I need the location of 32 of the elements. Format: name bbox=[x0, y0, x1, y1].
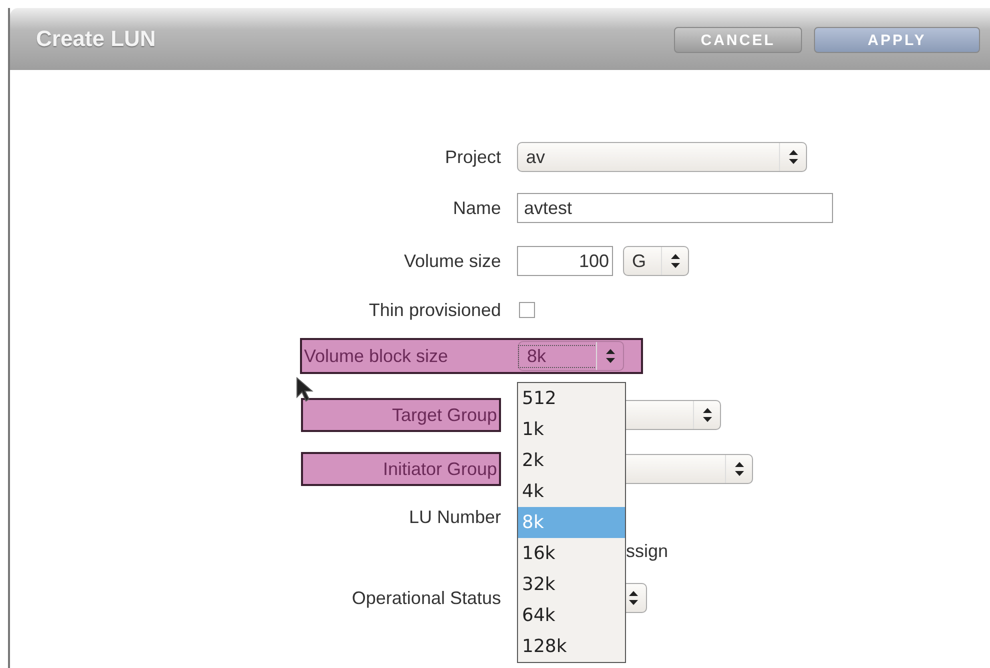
name-input[interactable]: avtest bbox=[517, 193, 833, 223]
dropdown-option[interactable]: 16k bbox=[518, 538, 625, 569]
field-label: Volume size bbox=[402, 250, 501, 272]
up-down-arrow-icon bbox=[670, 254, 680, 268]
up-down-arrow-icon bbox=[788, 150, 798, 164]
field-label: Project bbox=[444, 146, 501, 168]
up-down-arrow-icon bbox=[734, 462, 744, 476]
dropdown-option[interactable]: 512 bbox=[518, 383, 625, 414]
unit-select[interactable]: G bbox=[623, 246, 689, 276]
highlighted-label: Initiator Group bbox=[301, 452, 501, 486]
dropdown-select[interactable]: av bbox=[517, 142, 807, 172]
field-label: Operational Status bbox=[350, 588, 501, 608]
field-label: LU Number bbox=[408, 506, 501, 528]
option-label: ssign bbox=[626, 540, 668, 562]
size-input[interactable]: 100 bbox=[517, 246, 613, 276]
dropdown-option[interactable]: 128k bbox=[518, 631, 625, 662]
dropdown-option[interactable]: 32k bbox=[518, 569, 625, 600]
field-label: Name bbox=[452, 198, 501, 218]
dropdown-option[interactable]: 64k bbox=[518, 600, 625, 631]
pointer-cursor-icon bbox=[296, 377, 314, 403]
dropdown-option[interactable]: 2k bbox=[518, 445, 625, 476]
up-down-arrow-icon bbox=[702, 408, 712, 422]
field-label: Thin provisioned bbox=[368, 300, 501, 320]
up-down-arrow-icon bbox=[606, 349, 614, 363]
checkbox[interactable] bbox=[519, 302, 535, 318]
highlighted-label: Target Group bbox=[301, 398, 501, 432]
dropdown-select[interactable]: 8k bbox=[518, 341, 624, 371]
dialog-title: Create LUN bbox=[36, 26, 157, 52]
dropdown-option[interactable]: 1k bbox=[518, 414, 625, 445]
dropdown-option[interactable]: 4k bbox=[518, 476, 625, 507]
field-label: Volume block size bbox=[303, 346, 450, 366]
up-down-arrow-icon bbox=[628, 591, 638, 605]
